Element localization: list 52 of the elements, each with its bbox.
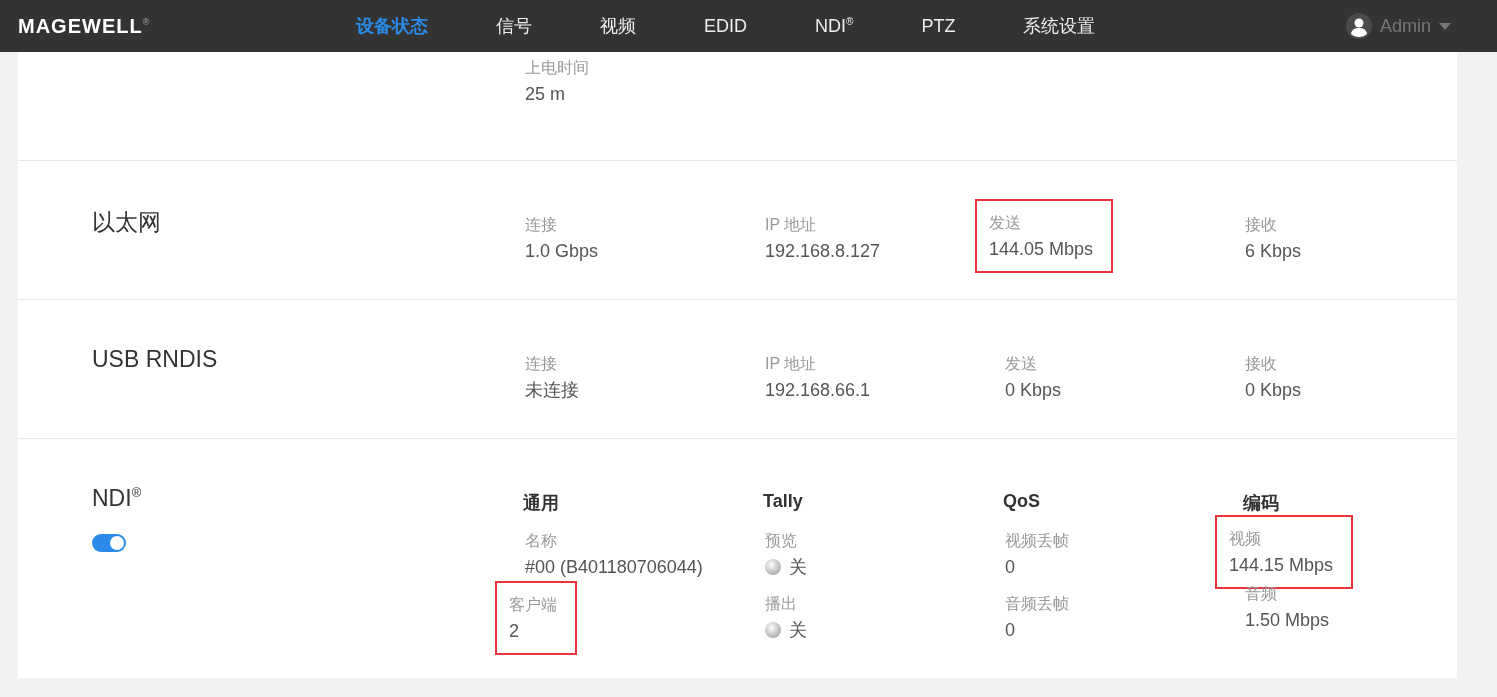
- field-value: 192.168.8.127: [765, 240, 881, 263]
- column-heading: QoS: [1003, 491, 1040, 513]
- field-label: 接收: [1245, 354, 1277, 374]
- nav-tab[interactable]: 设备状态: [356, 14, 428, 38]
- field-value: 未连接: [525, 379, 579, 402]
- section-title: 以太网: [92, 208, 161, 237]
- field-value: 144.15 Mbps: [1229, 554, 1334, 577]
- section-title: USB RNDIS: [92, 346, 218, 373]
- nav-tab[interactable]: 视频: [600, 14, 636, 38]
- field-label: 播出: [765, 594, 797, 614]
- nav-tab[interactable]: 系统设置: [1023, 14, 1096, 38]
- nav-tab[interactable]: EDID: [704, 14, 747, 38]
- field-value: 关: [789, 619, 807, 642]
- field-value: 1.50 Mbps: [1245, 609, 1330, 632]
- field-label: 发送: [989, 213, 1021, 233]
- field-value: 192.168.66.1: [765, 379, 871, 402]
- field-label: 预览: [765, 531, 797, 551]
- field-value: 1.0 Gbps: [525, 240, 599, 263]
- field-label: IP 地址: [765, 215, 817, 235]
- column-heading: 通用: [523, 492, 559, 515]
- toggle-switch[interactable]: [92, 534, 126, 552]
- field-value: 0: [1005, 556, 1015, 579]
- field-label: 音频丢帧: [1005, 594, 1069, 614]
- nav-tab[interactable]: 信号: [496, 14, 532, 38]
- field-value: 0 Kbps: [1005, 379, 1062, 402]
- nav-tab[interactable]: NDI$^{®}$: [815, 14, 854, 38]
- logo: MAGEWELL$^{®}$: [18, 14, 152, 38]
- caret-icon: [1439, 22, 1451, 30]
- field-value: 2: [509, 620, 519, 643]
- field-label: 视频丢帧: [1005, 531, 1069, 551]
- field-label: 名称: [525, 531, 557, 551]
- field-label: IP 地址: [765, 354, 817, 374]
- field-label: 连接: [525, 354, 557, 374]
- field-label: 发送: [1005, 354, 1037, 374]
- column-heading: 编码: [1243, 492, 1279, 515]
- field-value: 144.05 Mbps: [989, 238, 1094, 261]
- field-value: 6 Kbps: [1245, 240, 1302, 263]
- field-label: 客户端: [509, 595, 557, 615]
- field-value: 0 Kbps: [1245, 379, 1302, 402]
- field-label: 上电时间: [525, 58, 589, 78]
- field-value: #00 (B401180706044): [525, 556, 703, 579]
- field-value: 关: [789, 556, 807, 579]
- avatar-icon: [1345, 13, 1372, 39]
- field-label: 音频: [1245, 584, 1277, 604]
- field-label: 视频: [1229, 529, 1261, 549]
- column-heading: Tally: [763, 491, 803, 513]
- section-title: NDI$^{®}$: [92, 485, 142, 512]
- field-value: 25 m: [525, 83, 566, 106]
- field-label: 连接: [525, 215, 557, 235]
- nav-tab[interactable]: PTZ: [921, 14, 956, 38]
- field-value: 0: [1005, 619, 1015, 642]
- field-label: 接收: [1245, 215, 1277, 235]
